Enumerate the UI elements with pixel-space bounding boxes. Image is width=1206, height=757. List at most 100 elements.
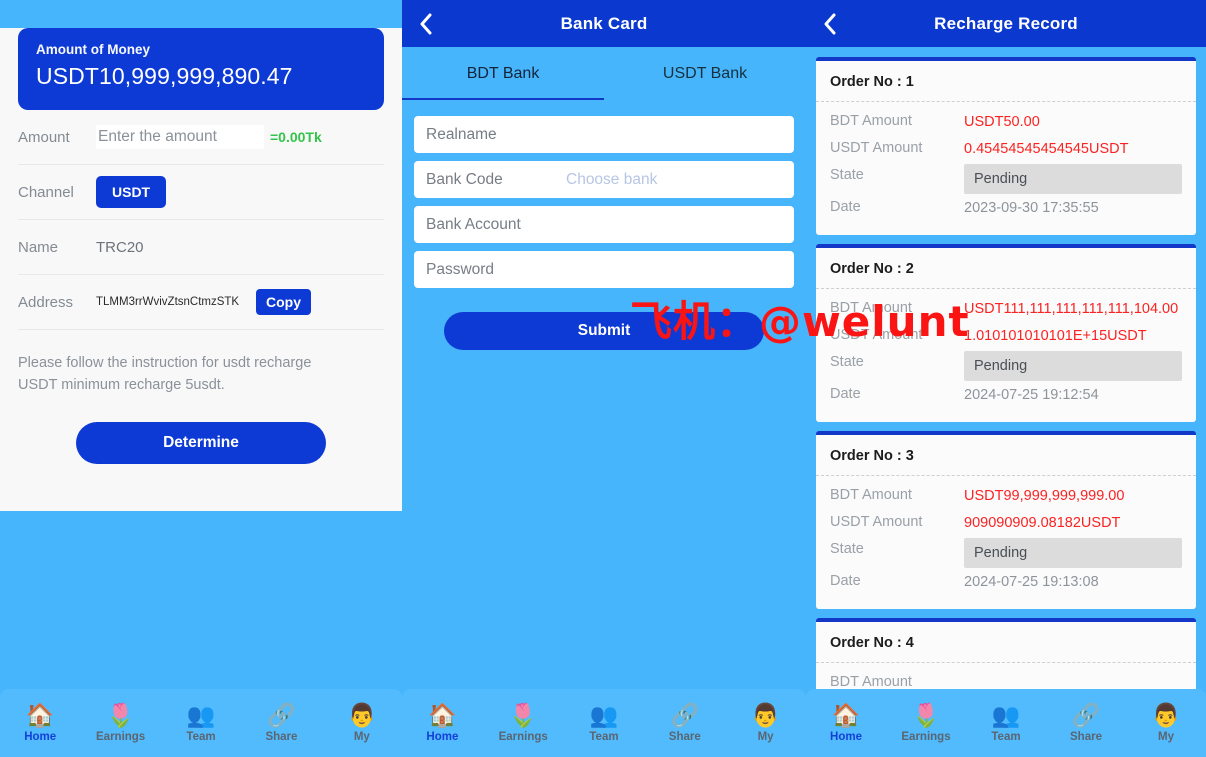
nav-item-team[interactable]: 👥 Team: [966, 703, 1046, 744]
channel-row-mid: USDT: [96, 176, 384, 208]
channel-usdt-button[interactable]: USDT: [96, 176, 167, 208]
order-card: Order No : 3 BDT Amount USDT99,999,999,9…: [816, 431, 1196, 609]
nav-item-home[interactable]: 🏠 Home: [0, 702, 80, 744]
field-password[interactable]: [414, 251, 794, 288]
date-value: 2023-09-30 17:35:55: [964, 200, 1099, 216]
address-row-mid: TLMM3rrWvivZtsnCtmzSTK Copy: [96, 289, 384, 315]
nav-item-share[interactable]: 🔗 Share: [241, 702, 321, 744]
usdt-amount-label: USDT Amount: [830, 140, 923, 156]
nav-label-team: Team: [589, 731, 619, 743]
date-label: Date: [830, 386, 861, 402]
nav-item-my[interactable]: 👨 My: [322, 702, 402, 744]
row-channel: Channel USDT: [18, 165, 384, 220]
house-icon: 🏠: [831, 702, 861, 728]
nav-item-home[interactable]: 🏠 Home: [806, 702, 886, 744]
house-icon: 🏠: [25, 702, 55, 728]
date-value: 2024-07-25 19:12:54: [964, 387, 1099, 403]
order-card: Order No : 1 BDT Amount USDT50.00 USDT A…: [816, 57, 1196, 235]
nav-label-earnings: Earnings: [498, 731, 548, 743]
field-realname[interactable]: [414, 116, 794, 153]
amount-input[interactable]: [96, 125, 264, 149]
nav-label-my: My: [757, 731, 774, 743]
order-row-state: State Pending: [830, 164, 1182, 194]
nav-item-team[interactable]: 👥 Team: [161, 702, 241, 744]
submit-button[interactable]: Submit: [444, 312, 764, 350]
money-plant-icon: 🌷: [508, 702, 538, 728]
nav-item-earnings[interactable]: 🌷 Earnings: [886, 702, 966, 744]
date-label: Date: [830, 573, 861, 589]
status-badge: Pending: [964, 351, 1182, 381]
tab-usdt-bank[interactable]: USDT Bank: [604, 47, 806, 100]
nav-item-earnings[interactable]: 🌷 Earnings: [80, 703, 160, 744]
chevron-left-icon: [420, 13, 431, 34]
field-bank-account[interactable]: [414, 206, 794, 243]
active-tab-underline: [402, 98, 604, 100]
back-button-recharge-record[interactable]: [806, 0, 852, 47]
state-value-wrap: Pending: [964, 538, 1182, 568]
order-row-state: State Pending: [830, 351, 1182, 381]
order-row-bdt: BDT Amount USDT99,999,999,999.00: [830, 484, 1182, 509]
date-label: Date: [830, 199, 861, 215]
panel-bank-card: Bank Card BDT Bank USDT Bank Bank Code C…: [402, 0, 806, 757]
bottom-nav-panel3: 🏠 Home 🌷 Earnings 👥 Team 🔗 Share 👨 My: [806, 689, 1206, 757]
nav-label-home: Home: [426, 731, 459, 743]
people-group-icon: 👥: [589, 702, 619, 728]
nav-item-team[interactable]: 👥 Team: [564, 702, 645, 744]
bank-card-appbar: Bank Card: [402, 0, 806, 47]
user-profile-icon: 👨: [751, 702, 780, 728]
nav-item-home[interactable]: 🏠 Home: [402, 702, 483, 744]
three-screen-composite: Amount of Money USDT10,999,999,890.47 Am…: [0, 0, 1206, 757]
order-row-state: State Pending: [830, 538, 1182, 568]
row-address: Address TLMM3rrWvivZtsnCtmzSTK Copy: [18, 275, 384, 330]
address-value: TLMM3rrWvivZtsnCtmzSTK: [96, 296, 240, 308]
balance-value: USDT10,999,999,890.47: [36, 63, 293, 89]
share-nodes-icon: 🔗: [267, 702, 296, 728]
user-profile-icon: 👨: [1151, 702, 1181, 728]
nav-label-earnings: Earnings: [96, 731, 146, 743]
order-row-date: Date 2024-07-25 19:13:08: [830, 570, 1182, 595]
order-number: Order No : 4: [816, 622, 1196, 663]
bank-code-placeholder: Choose bank: [566, 170, 658, 188]
name-label: Name: [18, 238, 59, 256]
tab-bdt-bank[interactable]: BDT Bank: [402, 47, 604, 100]
nav-item-earnings[interactable]: 🌷 Earnings: [483, 702, 564, 744]
copy-address-button[interactable]: Copy: [256, 289, 311, 315]
house-icon: 🏠: [428, 702, 457, 728]
bdt-amount-label: BDT Amount: [830, 674, 912, 690]
instruction-line-1: Please follow the instruction for usdt r…: [18, 355, 312, 371]
field-bank-code[interactable]: Bank Code Choose bank: [414, 161, 794, 198]
realname-input[interactable]: [426, 116, 782, 153]
nav-item-share[interactable]: 🔗 Share: [1046, 702, 1126, 744]
order-details: BDT Amount USDT111,111,111,111,111,104.0…: [816, 289, 1196, 422]
order-row-bdt: BDT Amount USDT111,111,111,111,111,104.0…: [830, 297, 1182, 322]
password-input[interactable]: [426, 251, 782, 288]
back-button-bank-card[interactable]: [402, 0, 448, 47]
name-value: TRC20: [96, 238, 144, 256]
usdt-amount-value: 1.010101010101E+15USDT: [964, 328, 1147, 344]
tk-conversion-note: =0.00Tk: [270, 129, 322, 145]
people-group-icon: 👥: [186, 702, 216, 728]
order-number: Order No : 2: [816, 248, 1196, 289]
recharge-instructions: Please follow the instruction for usdt r…: [18, 352, 384, 396]
usdt-amount-value: 909090909.08182USDT: [964, 515, 1121, 531]
order-details: BDT Amount USDT99,999,999,999.00 USDT Am…: [816, 476, 1196, 609]
bank-account-input[interactable]: [426, 206, 782, 243]
nav-label-share: Share: [265, 731, 298, 743]
determine-button[interactable]: Determine: [76, 422, 326, 464]
nav-item-share[interactable]: 🔗 Share: [644, 702, 725, 744]
nav-item-my[interactable]: 👨 My: [1126, 702, 1206, 744]
money-plant-icon: 🌷: [911, 702, 941, 728]
share-nodes-icon: 🔗: [1071, 702, 1101, 728]
nav-label-share: Share: [1070, 731, 1102, 743]
nav-item-my[interactable]: 👨 My: [725, 702, 806, 744]
order-list[interactable]: Order No : 1 BDT Amount USDT50.00 USDT A…: [806, 47, 1206, 722]
bottom-nav-panel1: 🏠 Home 🌷 Earnings 👥 Team 🔗 Share 👨 My: [0, 689, 402, 757]
bdt-amount-value: USDT50.00: [964, 114, 1040, 130]
share-nodes-icon: 🔗: [670, 702, 700, 728]
row-name: Name TRC20: [18, 220, 384, 275]
order-row-usdt: USDT Amount 1.010101010101E+15USDT: [830, 324, 1182, 349]
user-profile-icon: 👨: [347, 702, 377, 728]
order-row-usdt: USDT Amount 0.45454545454545USDT: [830, 137, 1182, 162]
balance-card: Amount of Money USDT10,999,999,890.47: [18, 28, 384, 110]
bank-card-title: Bank Card: [560, 13, 648, 33]
